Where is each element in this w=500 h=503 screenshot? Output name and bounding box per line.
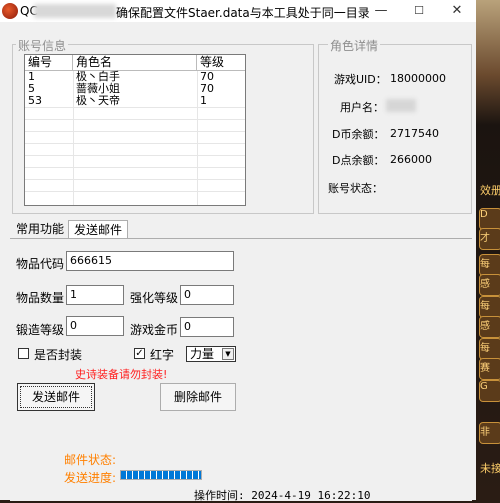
item-count-input[interactable]: 1	[66, 285, 124, 305]
forge-level-input[interactable]: 0	[66, 316, 124, 336]
account-table[interactable]: 编号 角色名 等级 1 极丶白手 70 5 蔷薇小姐 70 53 极丶天帝 1	[24, 54, 246, 206]
item-code-input[interactable]: 666615	[66, 251, 234, 271]
minimize-button[interactable]: —	[362, 0, 400, 22]
d-point-value: 266000	[390, 153, 432, 166]
game-panel-item: 每	[479, 296, 500, 318]
game-panel-item: G	[479, 380, 500, 402]
game-uid-value: 18000000	[390, 72, 446, 85]
maximize-button[interactable]: ☐	[400, 0, 438, 22]
game-uid-label: 游戏UID：	[334, 73, 387, 86]
title-bar: QC 确保配置文件Staer.data与本工具处于同一目录 — ☐ ✕	[0, 0, 476, 22]
close-button[interactable]: ✕	[438, 0, 476, 22]
game-panel-item: 感	[479, 316, 500, 338]
game-panel-item: 才	[479, 228, 500, 250]
account-status-label: 账号状态：	[328, 182, 383, 195]
game-text: 效册	[480, 184, 500, 197]
role-details-title: 角色详情	[328, 37, 381, 54]
username-label: 用户名：	[340, 101, 384, 114]
delete-mail-button[interactable]: 删除邮件	[160, 383, 236, 411]
game-gold-label: 游戏金币	[130, 323, 179, 337]
chevron-down-icon[interactable]: ▼	[222, 348, 234, 360]
redacted-title	[34, 4, 116, 18]
send-progress-fill	[121, 471, 201, 479]
window-title: 确保配置文件Staer.data与本工具处于同一目录	[116, 6, 370, 20]
red-text-label: 红字	[150, 348, 175, 362]
red-text-checkbox[interactable]: ✓	[134, 348, 145, 359]
column-header-name[interactable]: 角色名	[73, 55, 197, 70]
table-header: 编号 角色名 等级	[25, 55, 245, 71]
seal-checkbox[interactable]	[18, 348, 29, 359]
game-panel-item: 每	[479, 254, 500, 276]
cell-level: 1	[200, 94, 207, 107]
epic-warning-text: 史诗装备请勿封装!	[75, 368, 168, 381]
item-code-label: 物品代码	[16, 257, 65, 271]
d-coin-value: 2717540	[390, 127, 439, 140]
app-window: QC 确保配置文件Staer.data与本工具处于同一目录 — ☐ ✕ 账号信息…	[0, 0, 476, 502]
game-text: 未接	[480, 462, 500, 475]
mail-status-label: 邮件状态:	[64, 453, 117, 467]
game-panel-item: 每	[479, 338, 500, 360]
send-progress-bar	[120, 470, 202, 480]
table-row[interactable]: 5 蔷薇小姐 70	[25, 83, 245, 95]
enhance-level-input[interactable]: 0	[180, 285, 234, 305]
enhance-level-label: 强化等级	[130, 291, 179, 305]
forge-level-label: 锻造等级	[16, 323, 65, 337]
cell-id: 53	[28, 94, 42, 107]
d-point-label: D点余额：	[332, 154, 385, 167]
tab-send-mail[interactable]: 发送邮件	[68, 220, 128, 239]
redacted-username	[386, 99, 416, 112]
column-header-level[interactable]: 等级	[197, 55, 245, 70]
item-count-label: 物品数量	[16, 291, 65, 305]
game-panel-item: D	[479, 208, 500, 230]
account-info-title: 账号信息	[16, 37, 69, 54]
red-stat-value: 力量	[190, 347, 215, 361]
red-stat-select[interactable]: 力量 ▼	[186, 346, 236, 362]
game-panel-item: 赛	[479, 358, 500, 380]
d-coin-label: D币余额：	[332, 128, 385, 141]
send-mail-button[interactable]: 发送邮件	[17, 383, 95, 411]
game-panel-item: 感	[479, 274, 500, 296]
seal-label: 是否封装	[34, 348, 83, 362]
send-progress-label: 发送进度:	[64, 471, 117, 485]
table-row[interactable]: 53 极丶天帝 1	[25, 95, 245, 107]
app-icon	[2, 3, 18, 19]
cell-name: 极丶天帝	[76, 94, 120, 107]
tab-common-functions[interactable]: 常用功能	[14, 220, 66, 238]
column-header-id[interactable]: 编号	[25, 55, 73, 70]
game-panel-item: 非	[479, 422, 500, 444]
game-gold-input[interactable]: 0	[180, 317, 234, 337]
background-game-window: 效册 D 才 每 感 每 感 每 赛 G 非 未接	[476, 0, 500, 500]
operation-time: 操作时间: 2024-4-19 16:22:10	[194, 489, 371, 502]
